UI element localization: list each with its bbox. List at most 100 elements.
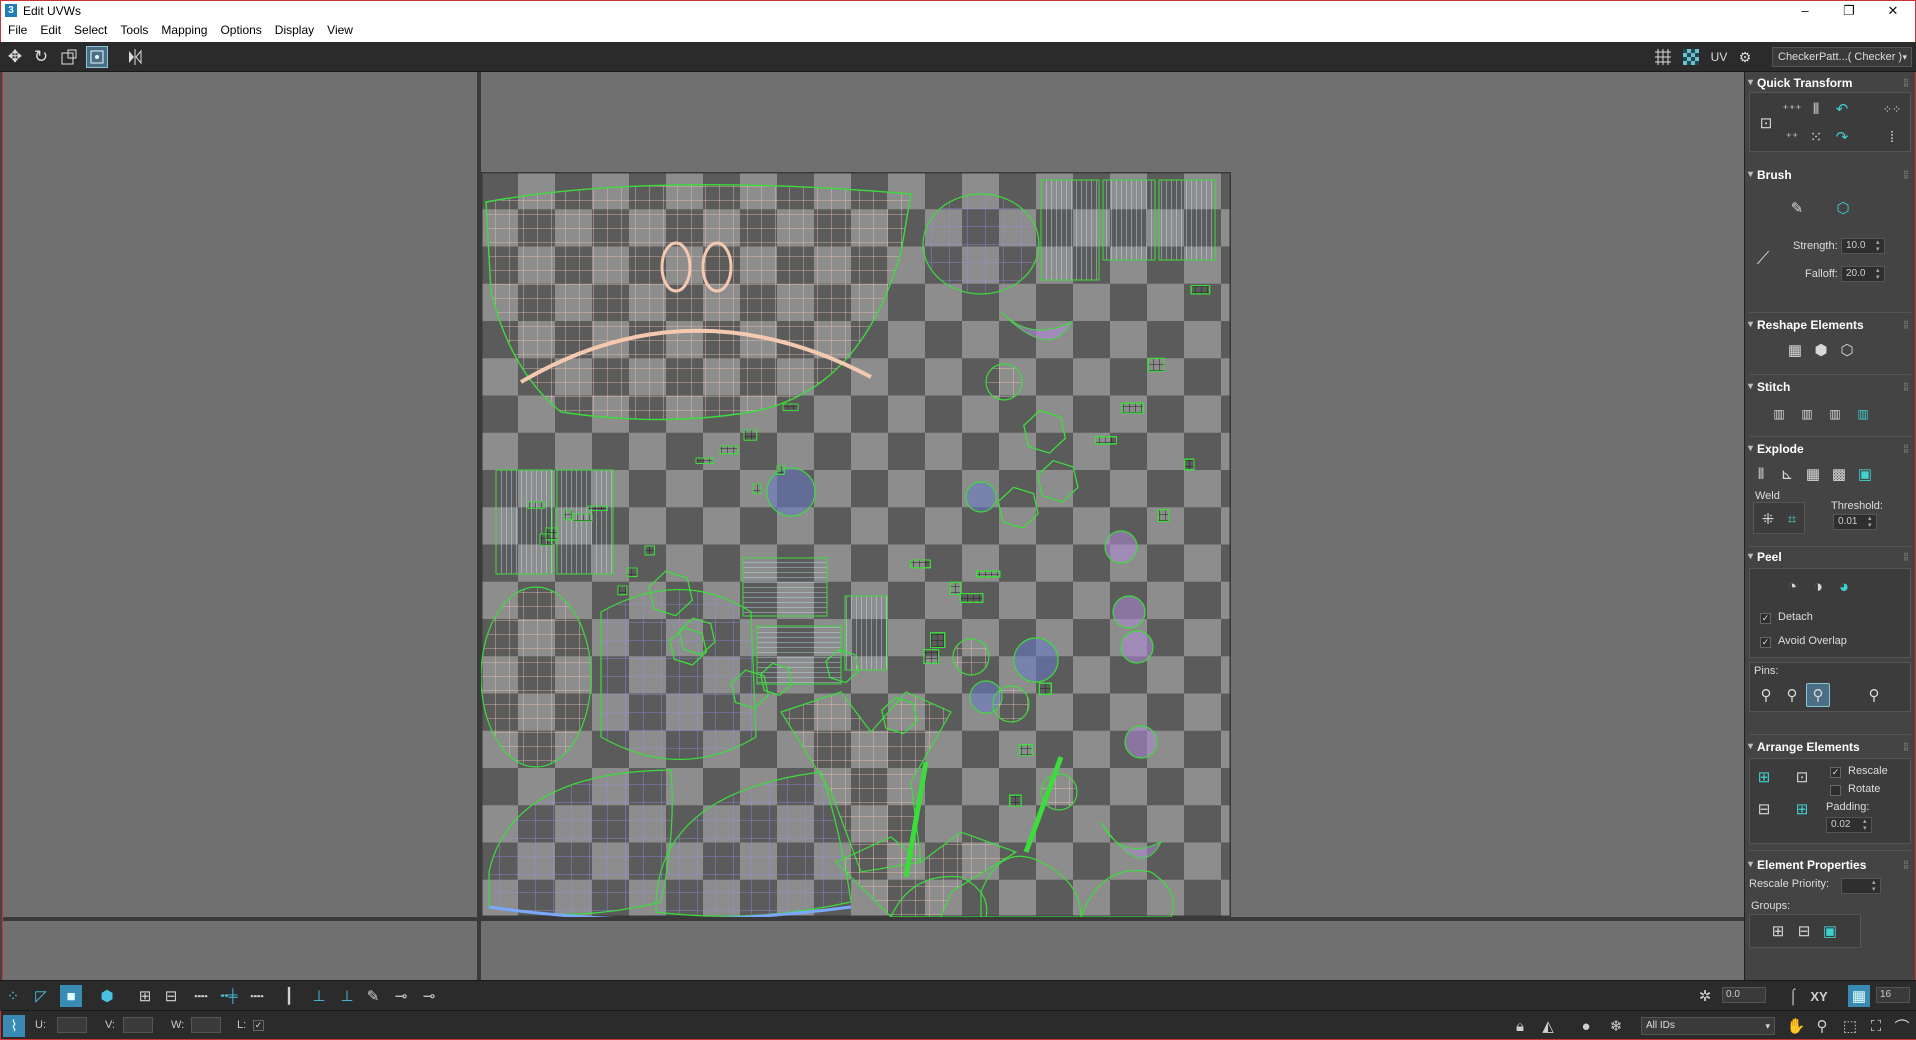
uv-island-small[interactable]: [1019, 744, 1033, 756]
uv-tool-icon[interactable]: ⌇: [3, 1015, 25, 1037]
avoid-overlap-checkbox[interactable]: ✓: [1760, 637, 1771, 648]
detach-edge-icon[interactable]: ⊾: [1775, 462, 1799, 486]
minimize-button[interactable]: –: [1783, 1, 1827, 21]
snap-icon[interactable]: ⌒: [1891, 1015, 1913, 1037]
uv-canvas[interactable]: [481, 172, 1231, 917]
uv-island-block[interactable]: [1102, 179, 1156, 261]
zoom-extents-icon[interactable]: ⛶: [1865, 1015, 1887, 1037]
rescale-checkbox[interactable]: ✓: [1830, 767, 1841, 778]
weld-target-icon[interactable]: ⌗: [1780, 507, 1804, 531]
pack-in-place-icon[interactable]: ⊞: [1790, 797, 1814, 821]
w-field[interactable]: [191, 1017, 221, 1033]
paint-select-2-icon[interactable]: ⊥: [336, 985, 358, 1007]
grid-value-field[interactable]: 16: [1876, 987, 1910, 1003]
l-checkbox[interactable]: ✓: [253, 1020, 264, 1031]
stitch-average-icon[interactable]: ▥: [1823, 402, 1847, 426]
uv-island-sphere[interactable]: [1120, 630, 1154, 664]
falloff-spinner[interactable]: 20.0: [1841, 266, 1885, 282]
uv-island-strip[interactable]: [556, 469, 614, 575]
break-icon[interactable]: ⫴: [1749, 462, 1773, 486]
uv-island-small[interactable]: [923, 649, 940, 664]
explode-title[interactable]: Explode ⣿: [1748, 440, 1911, 458]
menu-view[interactable]: View: [320, 20, 359, 37]
brush-title[interactable]: Brush ⣿: [1748, 166, 1911, 184]
menu-select[interactable]: Select: [67, 20, 113, 37]
strength-spinner[interactable]: 10.0: [1841, 238, 1885, 254]
uv-island-small[interactable]: [776, 465, 785, 475]
uv-island-small[interactable]: [563, 509, 573, 521]
checker-icon[interactable]: [1680, 46, 1702, 68]
element-properties-title[interactable]: Element Properties ⣿: [1748, 856, 1911, 874]
unpin-icon[interactable]: ⚲: [1780, 683, 1804, 707]
uv-island-sphere[interactable]: [952, 638, 990, 676]
scale-icon[interactable]: [58, 46, 80, 68]
peel-title[interactable]: Peel ⣿: [1748, 548, 1911, 566]
uv-island-sphere[interactable]: [965, 481, 997, 513]
menu-tools[interactable]: Tools: [113, 20, 154, 37]
rotate-icon[interactable]: ↻: [30, 46, 52, 68]
mirror-icon[interactable]: [124, 46, 146, 68]
align-center-icon[interactable]: ⊡: [1754, 111, 1778, 135]
lscm-icon[interactable]: ◕: [1832, 575, 1856, 599]
pan-icon[interactable]: ✋: [1785, 1015, 1807, 1037]
uv-island-small[interactable]: [752, 483, 762, 494]
uv-island-sphere[interactable]: [766, 467, 816, 517]
uv-island-small[interactable]: [930, 632, 946, 648]
menu-mapping[interactable]: Mapping: [154, 20, 213, 37]
texture-settings-icon[interactable]: ⚙: [1734, 46, 1756, 68]
uv-island-small[interactable]: [626, 567, 638, 578]
uv-island-strip[interactable]: [495, 469, 553, 575]
relax-brush-icon[interactable]: ⬡: [1831, 196, 1855, 220]
cube-icon[interactable]: ⬡: [1835, 338, 1859, 362]
align-vertical-icon[interactable]: ⦀: [1804, 97, 1828, 121]
pack-normalize-icon[interactable]: ⊡: [1790, 765, 1814, 789]
reshape-title[interactable]: Reshape Elements ⣿: [1748, 316, 1911, 334]
paint-select-icon[interactable]: ⊥: [308, 985, 330, 1007]
loop-icon[interactable]: ╍╍: [190, 985, 212, 1007]
hide-icon[interactable]: ●: [1575, 1015, 1597, 1037]
grow-selection-icon[interactable]: ⊞: [134, 985, 156, 1007]
stitch-source-icon[interactable]: ▥: [1795, 402, 1819, 426]
polygon-mode-icon[interactable]: ■: [60, 985, 82, 1007]
uv-island-sphere[interactable]: [1104, 530, 1138, 564]
flatten-icon[interactable]: ▣: [1853, 462, 1877, 486]
xy-toggle[interactable]: XY: [1808, 985, 1830, 1007]
falloff-curve-icon[interactable]: ⟋: [1751, 246, 1775, 270]
menu-display[interactable]: Display: [268, 20, 320, 37]
ring-icon[interactable]: ╍╍: [246, 985, 268, 1007]
uv-island-strip[interactable]: [844, 595, 888, 671]
restore-button[interactable]: ❐: [1827, 1, 1871, 21]
group-add-icon[interactable]: ⊞: [1766, 919, 1790, 943]
uv-island-sphere[interactable]: [1124, 725, 1158, 759]
group-remove-icon[interactable]: ⊟: [1792, 919, 1816, 943]
angle-snap-icon[interactable]: ✲: [1694, 985, 1716, 1007]
uv-island-small[interactable]: [910, 559, 931, 569]
straighten-icon[interactable]: ▦: [1783, 338, 1807, 362]
zoom-icon[interactable]: ⚲: [1811, 1015, 1833, 1037]
angle-field[interactable]: 0.0: [1722, 987, 1766, 1003]
rotate-ccw-icon[interactable]: ↶: [1830, 97, 1854, 121]
soft-select-icon[interactable]: ◭: [1537, 1015, 1559, 1037]
edge-select-icon[interactable]: ┃: [278, 985, 300, 1007]
uv-island-small[interactable]: [976, 570, 1001, 578]
select-pins-icon[interactable]: ⚲: [1862, 683, 1886, 707]
uv-viewport[interactable]: [2, 72, 1744, 980]
space-horizontal-icon[interactable]: ⁘⁘: [1880, 97, 1904, 121]
uv-island-small[interactable]: [617, 585, 628, 596]
uv-island-sphere[interactable]: [1112, 595, 1146, 629]
weld-selected-icon[interactable]: ⁜: [1756, 507, 1780, 531]
uv-island-sphere[interactable]: [992, 685, 1030, 723]
stitch-title[interactable]: Stitch ⣿: [1748, 378, 1911, 396]
brush-select-icon[interactable]: ✎: [362, 985, 384, 1007]
auto-pin-icon[interactable]: ⚲: [1806, 683, 1830, 707]
select-by-angle-icon[interactable]: ⊸: [390, 985, 412, 1007]
uv-island-small[interactable]: [1157, 509, 1170, 522]
scatter-icon[interactable]: ⁙: [1804, 125, 1828, 149]
align-horizontal-2-icon[interactable]: ⁺⁺: [1780, 125, 1804, 149]
uv-island-small[interactable]: [587, 505, 608, 511]
align-horizontal-icon[interactable]: ⁺⁺⁺: [1780, 97, 1804, 121]
zoom-region-icon[interactable]: ⬚: [1839, 1015, 1861, 1037]
uv-island-small[interactable]: [949, 581, 961, 595]
uv-island-shell[interactable]: [600, 589, 757, 761]
uv-island-small[interactable]: [719, 445, 739, 455]
